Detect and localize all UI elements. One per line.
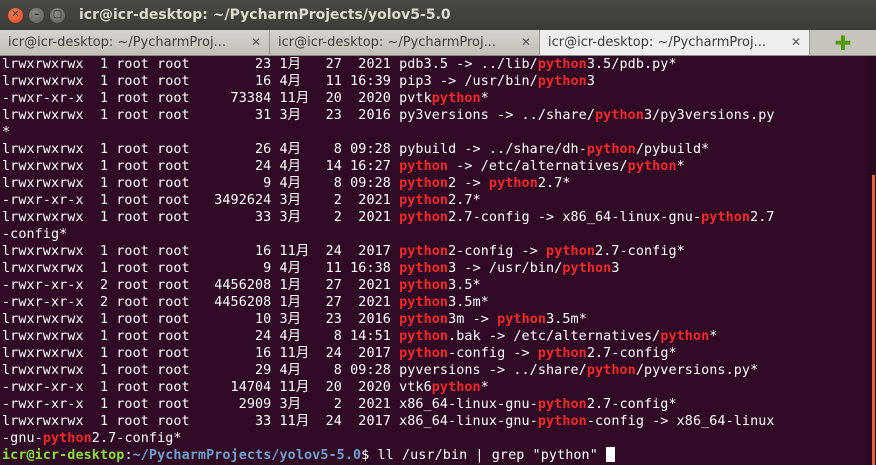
terminal-line: -rwxr-xr-x 1 root root 14704 11月 20 2020… bbox=[2, 380, 489, 395]
grep-match: python bbox=[399, 176, 449, 191]
title-bar[interactable]: ✕ – ▢ icr@icr-desktop: ~/PycharmProjects… bbox=[0, 0, 876, 30]
grep-match: python bbox=[546, 244, 596, 259]
terminal-line: lrwxrwxrwx 1 root root 16 11月 24 2017 py… bbox=[2, 244, 685, 259]
grep-match: python bbox=[399, 210, 449, 225]
tab-label: icr@icr-desktop: ~/PycharmProj... bbox=[8, 35, 227, 50]
grep-match: python bbox=[399, 193, 449, 208]
plus-icon[interactable]: ✚ bbox=[810, 30, 876, 55]
scrollbar[interactable] bbox=[868, 56, 876, 465]
grep-match: python bbox=[399, 312, 449, 327]
tab-close-icon[interactable]: ✕ bbox=[521, 35, 531, 49]
prompt-symbol: $ bbox=[361, 448, 378, 463]
grep-match: python bbox=[701, 210, 751, 225]
prompt-path: ~/PycharmProjects/yolov5-5.0 bbox=[132, 448, 362, 463]
grep-match: python bbox=[399, 244, 449, 259]
terminal-line: lrwxrwxrwx 1 root root 24 4月 14 16:27 py… bbox=[2, 159, 685, 174]
terminal-line: lrwxrwxrwx 1 root root 33 11月 24 2017 x8… bbox=[2, 414, 775, 429]
scrollbar-thumb[interactable] bbox=[872, 175, 875, 465]
tab-1[interactable]: icr@icr-desktop: ~/PycharmProj... ✕ bbox=[0, 30, 270, 55]
grep-match: python bbox=[399, 346, 449, 361]
tab-label: icr@icr-desktop: ~/PycharmProj... bbox=[278, 35, 497, 50]
minimize-icon[interactable]: – bbox=[29, 7, 44, 23]
grep-match: python bbox=[399, 159, 449, 174]
grep-match: python bbox=[399, 278, 449, 293]
grep-match: python bbox=[497, 312, 547, 327]
terminal-line: lrwxrwxrwx 1 root root 9 4月 8 09:28 pyth… bbox=[2, 176, 571, 191]
tab-label: icr@icr-desktop: ~/PycharmProj... bbox=[548, 35, 767, 50]
grep-match: python bbox=[562, 261, 612, 276]
terminal-output[interactable]: lrwxrwxrwx 1 root root 23 1月 27 2021 pdb… bbox=[0, 56, 868, 465]
grep-match: python bbox=[537, 397, 587, 412]
terminal-line: -gnu-python2.7-config* bbox=[2, 431, 182, 446]
grep-match: python bbox=[537, 346, 587, 361]
tab-bar: icr@icr-desktop: ~/PycharmProj... ✕ icr@… bbox=[0, 30, 876, 56]
grep-match: python bbox=[488, 176, 538, 191]
terminal-line: lrwxrwxrwx 1 root root 24 4月 8 14:51 pyt… bbox=[2, 329, 718, 344]
command-input[interactable]: ll /usr/bin | grep "python" bbox=[377, 448, 606, 463]
terminal-line: -rwxr-xr-x 1 root root 73384 11月 20 2020… bbox=[2, 91, 489, 106]
grep-match: python bbox=[586, 363, 636, 378]
grep-match: python bbox=[594, 108, 644, 123]
grep-match: python bbox=[431, 380, 481, 395]
terminal-line: lrwxrwxrwx 1 root root 29 4月 8 09:28 pyv… bbox=[2, 363, 759, 378]
grep-match: python bbox=[537, 57, 587, 72]
terminal-line: * bbox=[2, 125, 11, 140]
terminal-line: lrwxrwxrwx 1 root root 10 3月 23 2016 pyt… bbox=[2, 312, 587, 327]
grep-match: python bbox=[399, 261, 449, 276]
tab-close-icon[interactable]: ✕ bbox=[791, 35, 801, 49]
terminal-line: lrwxrwxrwx 1 root root 16 4月 11 16:39 pi… bbox=[2, 74, 596, 89]
window-title: icr@icr-desktop: ~/PycharmProjects/yolov… bbox=[79, 7, 451, 23]
terminal-line: -rwxr-xr-x 1 root root 3492624 3月 2 2021… bbox=[2, 193, 481, 208]
terminal-line: -rwxr-xr-x 2 root root 4456208 1月 27 202… bbox=[2, 278, 481, 293]
terminal-line: lrwxrwxrwx 1 root root 16 11月 24 2017 py… bbox=[2, 346, 677, 361]
close-icon[interactable]: ✕ bbox=[8, 7, 23, 23]
grep-match: python bbox=[627, 159, 677, 174]
terminal-line: lrwxrwxrwx 1 root root 31 3月 23 2016 py3… bbox=[2, 108, 775, 123]
cursor bbox=[606, 447, 616, 462]
grep-match: python bbox=[42, 431, 92, 446]
grep-match: python bbox=[660, 329, 710, 344]
terminal-window: ✕ – ▢ icr@icr-desktop: ~/PycharmProjects… bbox=[0, 0, 876, 465]
maximize-icon[interactable]: ▢ bbox=[50, 7, 65, 23]
grep-match: python bbox=[537, 74, 587, 89]
terminal-line: -rwxr-xr-x 1 root root 2909 3月 2 2021 x8… bbox=[2, 397, 677, 412]
prompt-separator: : bbox=[124, 448, 133, 463]
terminal-line: lrwxrwxrwx 1 root root 9 4月 11 16:38 pyt… bbox=[2, 261, 620, 276]
terminal-line: lrwxrwxrwx 1 root root 26 4月 8 09:28 pyb… bbox=[2, 142, 710, 157]
terminal-line: lrwxrwxrwx 1 root root 23 1月 27 2021 pdb… bbox=[2, 57, 677, 72]
grep-match: python bbox=[431, 91, 481, 106]
tab-2[interactable]: icr@icr-desktop: ~/PycharmProj... ✕ bbox=[270, 30, 540, 55]
grep-match: python bbox=[399, 329, 449, 344]
tab-close-icon[interactable]: ✕ bbox=[251, 35, 261, 49]
prompt-user-host: icr@icr-desktop bbox=[2, 448, 125, 463]
terminal-line: lrwxrwxrwx 1 root root 33 3月 2 2021 pyth… bbox=[2, 210, 775, 225]
tab-3-active[interactable]: icr@icr-desktop: ~/PycharmProj... ✕ bbox=[540, 30, 810, 55]
terminal-line: -rwxr-xr-x 2 root root 4456208 1月 27 202… bbox=[2, 295, 489, 310]
terminal-line: -config* bbox=[2, 227, 68, 242]
grep-match: python bbox=[586, 142, 636, 157]
grep-match: python bbox=[537, 414, 587, 429]
grep-match: python bbox=[399, 295, 449, 310]
prompt-line[interactable]: icr@icr-desktop:~/PycharmProjects/yolov5… bbox=[2, 447, 868, 464]
